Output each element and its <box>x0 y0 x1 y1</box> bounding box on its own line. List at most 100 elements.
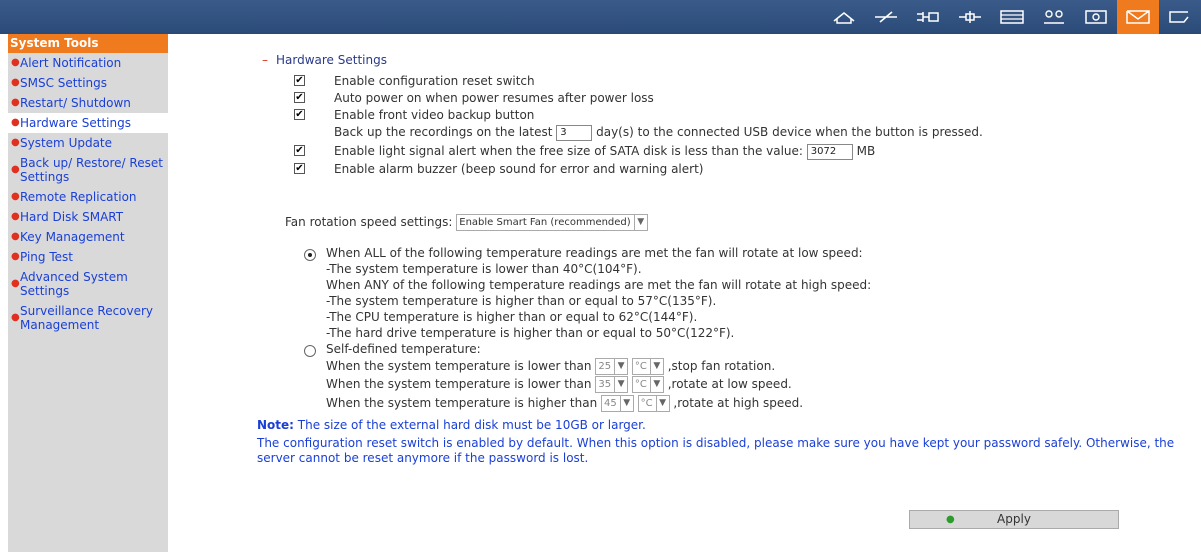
temp-unit-select[interactable]: °C ▼ <box>631 358 664 375</box>
top-toolbar <box>0 0 1201 34</box>
note-label: Note: <box>257 418 294 432</box>
smart-fan-line-5: -The hard drive temperature is higher th… <box>326 326 735 340</box>
smart-fan-line-3: -The system temperature is higher than o… <box>326 294 717 308</box>
alarm-buzzer-label: Enable alarm buzzer (beep sound for erro… <box>334 162 704 176</box>
self-defined-radio[interactable] <box>304 345 316 357</box>
temp-rule-row: When the system temperature is higher th… <box>326 395 803 412</box>
smart-fan-line-0: When ALL of the following temperature re… <box>326 246 863 260</box>
light-alert-input[interactable]: 3072 <box>806 143 853 160</box>
self-defined-label: Self-defined temperature: <box>326 342 481 356</box>
bullet-icon: ● <box>11 77 20 88</box>
temp-rule-action: ,rotate at low speed. <box>667 377 792 391</box>
bullet-icon: ● <box>946 514 955 525</box>
smart-fan-radio[interactable] <box>304 249 316 261</box>
temp-value: 35 <box>598 378 612 390</box>
bullet-icon: ● <box>11 137 20 148</box>
sidebar-item-label: Ping Test <box>20 250 73 264</box>
sidebar-item-backup-restore-reset[interactable]: ● Back up/ Restore/ Reset Settings <box>8 153 168 187</box>
note-text: The size of the external hard disk must … <box>297 418 646 432</box>
auto-power-checkbox[interactable]: ✔ <box>294 92 305 103</box>
auto-power-label: Auto power on when power resumes after p… <box>334 91 654 105</box>
sidebar-item-label: Key Management <box>20 230 125 244</box>
backup-days-input[interactable]: 3 <box>556 124 593 141</box>
temp-rule-row: When the system temperature is lower tha… <box>326 358 775 375</box>
smart-fan-line-2: When ANY of the following temperature re… <box>326 278 872 292</box>
smart-fan-line-4: -The CPU temperature is higher than or e… <box>326 310 698 324</box>
sidebar-item-advanced-system-settings[interactable]: ● Advanced System Settings <box>8 267 168 301</box>
light-alert-unit: MB <box>856 144 876 158</box>
temp-value: 25 <box>598 360 612 372</box>
sidebar-header: System Tools <box>8 34 168 53</box>
sidebar: System Tools ● Alert Notification ● SMSC S… <box>8 34 168 552</box>
temp-rule-text: When the system temperature is lower tha… <box>326 359 592 373</box>
temp-rule-action: ,rotate at high speed. <box>673 396 804 410</box>
toolbar-icons <box>823 0 1201 34</box>
bullet-icon: ● <box>11 164 20 175</box>
temp-value-select[interactable]: 35 ▼ <box>595 376 629 393</box>
temp-value-select[interactable]: 25 ▼ <box>595 358 629 375</box>
sidebar-item-hard-disk-smart[interactable]: ● Hard Disk SMART <box>8 207 168 227</box>
config-reset-label: Enable configuration reset switch <box>334 74 535 88</box>
section-title[interactable]: – Hardware Settings <box>262 53 387 67</box>
sidebar-item-label: SMSC Settings <box>20 76 107 90</box>
temp-value: 45 <box>604 397 617 409</box>
export-icon[interactable] <box>1159 0 1201 34</box>
chevron-down-icon: ▼ <box>614 377 627 392</box>
temp-value-select[interactable]: 45 ▼ <box>601 395 634 412</box>
chevron-down-icon: ▼ <box>649 377 663 392</box>
sidebar-item-label: Hard Disk SMART <box>20 210 124 224</box>
bullet-icon: ● <box>11 117 20 128</box>
smart-fan-line-1: -The system temperature is lower than 40… <box>326 262 642 276</box>
temp-unit-select[interactable]: °C ▼ <box>631 376 664 393</box>
apply-label: Apply <box>997 512 1031 526</box>
note: Note: The size of the external hard disk… <box>257 418 646 432</box>
monitor-icon[interactable] <box>991 0 1033 34</box>
sidebar-item-remote-replication[interactable]: ● Remote Replication <box>8 187 168 207</box>
sidebar-item-label: Back up/ Restore/ Reset Settings <box>20 156 163 184</box>
bullet-icon: ● <box>11 211 20 222</box>
fan-settings-row: Fan rotation speed settings: Enable Smar… <box>285 214 648 231</box>
temp-unit-select[interactable]: °C ▼ <box>637 395 670 412</box>
backup-days-post: day(s) to the connected USB device when … <box>596 125 983 139</box>
fan-mode-select[interactable]: Enable Smart Fan (recommended) ▼ <box>456 214 648 231</box>
home-icon[interactable] <box>823 0 865 34</box>
temp-unit: °C <box>634 378 647 390</box>
main-panel: – Hardware Settings ✔ Enable configuratio… <box>168 34 1201 552</box>
sidebar-item-surveillance-recovery[interactable]: ● Surveillance Recovery Management <box>8 301 168 335</box>
temp-rule-text: When the system temperature is lower tha… <box>326 377 592 391</box>
temp-unit: °C <box>634 360 647 372</box>
sidebar-item-label: Remote Replication <box>20 190 137 204</box>
sidebar-item-label: Surveillance Recovery Management <box>20 304 154 332</box>
temp-rule-action: ,stop fan rotation. <box>667 359 776 373</box>
network-icon[interactable] <box>865 0 907 34</box>
sidebar-item-label: Hardware Settings <box>20 116 131 130</box>
front-backup-checkbox[interactable]: ✔ <box>294 109 305 120</box>
plus-icon[interactable] <box>949 0 991 34</box>
sidebar-item-alert-notification[interactable]: ● Alert Notification <box>8 53 168 73</box>
collapse-icon[interactable]: – <box>262 53 268 67</box>
config-reset-checkbox[interactable]: ✔ <box>294 75 305 86</box>
sidebar-item-system-update[interactable]: ● System Update <box>8 133 168 153</box>
light-alert-checkbox[interactable]: ✔ <box>294 145 305 156</box>
sidebar-item-key-management[interactable]: ● Key Management <box>8 227 168 247</box>
bullet-icon: ● <box>11 251 20 262</box>
disk-icon[interactable] <box>1075 0 1117 34</box>
alarm-buzzer-checkbox[interactable]: ✔ <box>294 163 305 174</box>
connector-icon[interactable] <box>907 0 949 34</box>
users-icon[interactable] <box>1033 0 1075 34</box>
temp-rule-row: When the system temperature is lower tha… <box>326 376 792 393</box>
sidebar-item-smsc-settings[interactable]: ● SMSC Settings <box>8 73 168 93</box>
info-line-1: The configuration reset switch is enable… <box>257 436 1175 450</box>
info-line-2: server cannot be reset anymore if the pa… <box>257 451 589 465</box>
sidebar-item-hardware-settings[interactable]: ● Hardware Settings <box>8 113 168 133</box>
apply-button[interactable]: ● Apply <box>909 510 1119 529</box>
bullet-icon: ● <box>11 231 20 242</box>
backup-days-row: Back up the recordings on the latest 3 d… <box>334 124 983 141</box>
sidebar-item-ping-test[interactable]: ● Ping Test <box>8 247 168 267</box>
bullet-icon: ● <box>11 57 20 68</box>
light-alert-label: Enable light signal alert when the free … <box>334 144 803 158</box>
chevron-down-icon: ▼ <box>614 359 627 374</box>
front-backup-label: Enable front video backup button <box>334 108 535 122</box>
sidebar-item-restart-shutdown[interactable]: ● Restart/ Shutdown <box>8 93 168 113</box>
mail-icon[interactable] <box>1117 0 1159 34</box>
